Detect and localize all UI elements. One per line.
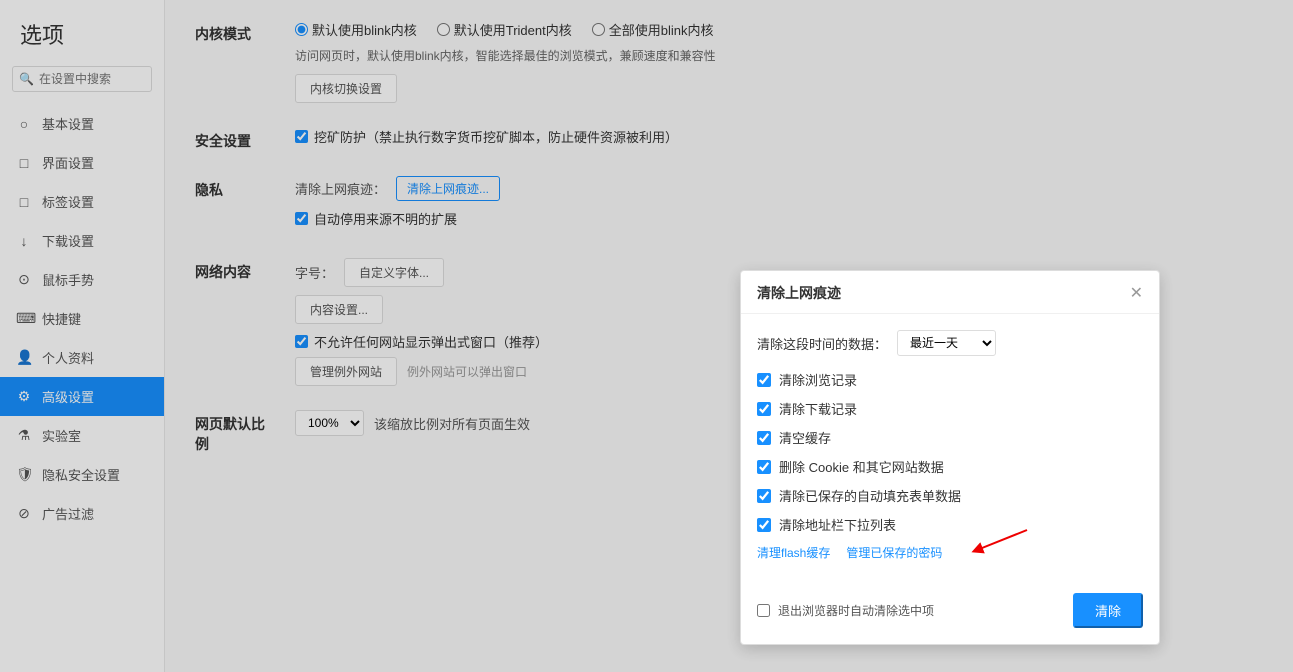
shortcut-icon: ⌨ (16, 310, 32, 327)
popup-block-label: 不允许任何网站显示弹出式窗口（推荐） (314, 332, 548, 351)
sidebar-item-label: 个人资料 (42, 348, 94, 367)
kernel-radio-group: 默认使用blink内核 默认使用Trident内核 全部使用blink内核 (295, 20, 1263, 39)
sidebar-item-label: 实验室 (42, 426, 81, 445)
manage-exception-desc: 例外网站可以弹出窗口 (407, 363, 527, 380)
zoom-select[interactable]: 100% (295, 410, 364, 436)
sidebar-item-privacy-security[interactable]: 🛡 隐私安全设置 (0, 455, 164, 494)
privacy-security-icon: 🛡 (16, 466, 32, 483)
sidebar-item-label: 标签设置 (42, 192, 94, 211)
kernel-radio-blink-all[interactable]: 全部使用blink内核 (592, 20, 714, 39)
sidebar-item-interface[interactable]: □ 界面设置 (0, 143, 164, 182)
dialog-body: 清除这段时间的数据： 最近一天 最近一周 最近一个月 全部 清除浏览记录 清除下… (741, 314, 1159, 593)
kernel-radio-blink-default[interactable]: 默认使用blink内核 (295, 20, 417, 39)
privacy-content: 清除上网痕迹： 清除上网痕迹... 自动停用来源不明的扩展 (295, 176, 1263, 234)
time-select[interactable]: 最近一天 最近一周 最近一个月 全部 (897, 330, 996, 356)
zoom-label: 网页默认比例 (195, 410, 275, 454)
sidebar-item-shortcut[interactable]: ⌨ 快捷键 (0, 299, 164, 338)
clear-button[interactable]: 清除 (1073, 593, 1143, 628)
sidebar-item-mouse[interactable]: ⊙ 鼠标手势 (0, 260, 164, 299)
profile-icon: 👤 (16, 349, 32, 366)
sidebar-item-label: 基本设置 (42, 114, 94, 133)
checkbox-browse-history[interactable]: 清除浏览记录 (757, 370, 1143, 389)
sidebar-item-label: 隐私安全设置 (42, 465, 120, 484)
checkbox-address-bar[interactable]: 清除地址栏下拉列表 (757, 515, 1143, 534)
sidebar-item-label: 界面设置 (42, 153, 94, 172)
network-label: 网络内容 (195, 258, 275, 282)
zoom-desc: 该缩放比例对所有页面生效 (374, 414, 530, 433)
clear-traces-dialog: 清除上网痕迹 ✕ 清除这段时间的数据： 最近一天 最近一周 最近一个月 全部 清… (740, 270, 1160, 645)
sidebar-item-label: 下载设置 (42, 231, 94, 250)
auto-disable-label: 自动停用来源不明的扩展 (314, 209, 457, 228)
sidebar-item-lab[interactable]: ⚗ 实验室 (0, 416, 164, 455)
download-icon: ↓ (16, 233, 32, 249)
ad-filter-icon: ⊘ (16, 505, 32, 522)
kernel-content: 默认使用blink内核 默认使用Trident内核 全部使用blink内核 访问… (295, 20, 1263, 103)
mouse-icon: ⊙ (16, 271, 32, 288)
sidebar-item-tabs[interactable]: □ 标签设置 (0, 182, 164, 221)
sidebar-nav: ○ 基本设置 □ 界面设置 □ 标签设置 ↓ 下载设置 ⊙ 鼠标手势 ⌨ 快捷键… (0, 104, 164, 533)
search-box: 🔍 (12, 66, 152, 92)
sidebar-item-label: 高级设置 (42, 387, 94, 406)
saved-password-link[interactable]: 管理已保存的密码 (846, 544, 942, 561)
dialog-title: 清除上网痕迹 (757, 283, 841, 303)
tabs-icon: □ (16, 194, 32, 210)
advanced-icon: ⚙ (16, 388, 32, 405)
time-label: 清除这段时间的数据： (757, 334, 887, 353)
font-label: 字号： (295, 263, 334, 282)
auto-clear-checkbox[interactable]: 退出浏览器时自动清除选中项 (757, 602, 934, 619)
kernel-label: 内核模式 (195, 20, 275, 44)
checkbox-autofill[interactable]: 清除已保存的自动填充表单数据 (757, 486, 1143, 505)
content-settings-button[interactable]: 内容设置... (295, 295, 383, 324)
clear-traces-row: 清除上网痕迹： 清除上网痕迹... (295, 176, 1263, 201)
sidebar-item-profile[interactable]: 👤 个人资料 (0, 338, 164, 377)
privacy-label: 隐私 (195, 176, 275, 200)
interface-icon: □ (16, 155, 32, 171)
dialog-footer: 退出浏览器时自动清除选中项 清除 (741, 593, 1159, 644)
kernel-desc: 访问网页时，默认使用blink内核，智能选择最佳的浏览模式，兼顾速度和兼容性 (295, 47, 1263, 64)
sidebar-item-basic[interactable]: ○ 基本设置 (0, 104, 164, 143)
kernel-radio-trident-default[interactable]: 默认使用Trident内核 (437, 20, 572, 39)
privacy-section: 隐私 清除上网痕迹： 清除上网痕迹... 自动停用来源不明的扩展 (195, 176, 1263, 234)
sidebar-item-label: 广告过滤 (42, 504, 94, 523)
kernel-switch-button[interactable]: 内核切换设置 (295, 74, 397, 103)
sidebar-item-label: 快捷键 (42, 309, 81, 328)
auto-disable-extension-checkbox[interactable]: 自动停用来源不明的扩展 (295, 209, 1263, 228)
mining-protection-label: 挖矿防护（禁止执行数字货币挖矿脚本，防止硬件资源被利用） (314, 127, 678, 146)
time-row: 清除这段时间的数据： 最近一天 最近一周 最近一个月 全部 (757, 330, 1143, 356)
flash-cache-link[interactable]: 清理flash缓存 (757, 544, 830, 561)
checkbox-download-history[interactable]: 清除下载记录 (757, 399, 1143, 418)
lab-icon: ⚗ (16, 427, 32, 444)
basic-icon: ○ (16, 116, 32, 132)
security-content: 挖矿防护（禁止执行数字货币挖矿脚本，防止硬件资源被利用） (295, 127, 1263, 152)
dialog-close-button[interactable]: ✕ (1130, 283, 1143, 303)
checkbox-cookies[interactable]: 删除 Cookie 和其它网站数据 (757, 457, 1143, 476)
dialog-links: 清理flash缓存 管理已保存的密码 (757, 544, 1143, 561)
clear-traces-button[interactable]: 清除上网痕迹... (396, 176, 500, 201)
sidebar-item-ad-filter[interactable]: ⊘ 广告过滤 (0, 494, 164, 533)
sidebar: 选项 🔍 ○ 基本设置 □ 界面设置 □ 标签设置 ↓ 下载设置 ⊙ 鼠标手势 … (0, 0, 165, 672)
custom-font-button[interactable]: 自定义字体... (344, 258, 444, 287)
dialog-header: 清除上网痕迹 ✕ (741, 271, 1159, 314)
sidebar-item-advanced[interactable]: ⚙ 高级设置 (0, 377, 164, 416)
app-title: 选项 (0, 0, 164, 66)
manage-exception-button[interactable]: 管理例外网站 (295, 357, 397, 386)
kernel-section: 内核模式 默认使用blink内核 默认使用Trident内核 全部使用blink… (195, 20, 1263, 103)
sidebar-item-label: 鼠标手势 (42, 270, 94, 289)
clear-traces-label: 清除上网痕迹： (295, 179, 386, 198)
security-section: 安全设置 挖矿防护（禁止执行数字货币挖矿脚本，防止硬件资源被利用） (195, 127, 1263, 152)
search-icon: 🔍 (19, 72, 34, 86)
security-label: 安全设置 (195, 127, 275, 151)
mining-protection-checkbox[interactable]: 挖矿防护（禁止执行数字货币挖矿脚本，防止硬件资源被利用） (295, 127, 1263, 146)
sidebar-item-download[interactable]: ↓ 下载设置 (0, 221, 164, 260)
checkbox-cache[interactable]: 清空缓存 (757, 428, 1143, 447)
